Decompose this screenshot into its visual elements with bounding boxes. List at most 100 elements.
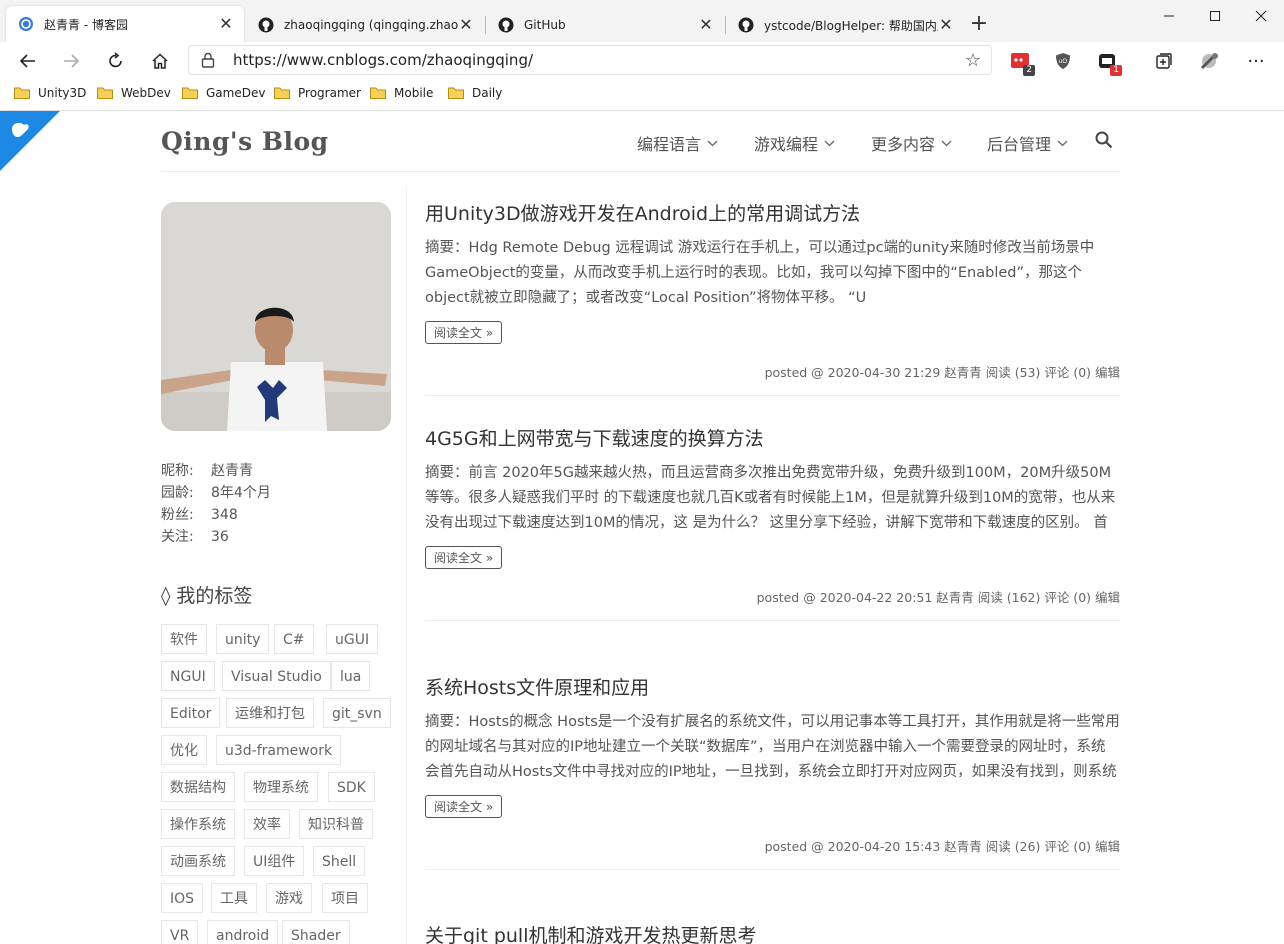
close-window-button[interactable] <box>1238 4 1284 28</box>
collections-icon[interactable] <box>1151 48 1177 74</box>
web-page: Qing's Blog 编程语言 游戏编程 更多内容 后台管理 昵称: 赵青青 … <box>0 111 1284 944</box>
tag-link[interactable]: VR <box>161 920 199 944</box>
tag-link[interactable]: C# <box>274 624 314 654</box>
post-item: 4G5G和上网带宽与下载速度的换算方法 摘要：前言 2020年5G越来越火热，而… <box>425 424 1120 621</box>
close-tab-icon[interactable]: ✕ <box>938 17 954 33</box>
bookmark-folder[interactable]: Unity3D <box>14 86 86 100</box>
favorite-star-icon[interactable]: ☆ <box>965 50 981 71</box>
github-icon <box>258 17 274 33</box>
forward-button[interactable] <box>56 46 86 76</box>
close-tab-icon[interactable]: ✕ <box>458 17 474 33</box>
tag-link[interactable]: 游戏 <box>266 883 312 913</box>
url-text[interactable]: https://www.cnblogs.com/zhaoqingqing/ <box>233 51 533 69</box>
back-button[interactable] <box>13 46 43 76</box>
tag-link[interactable]: git_svn <box>323 698 391 728</box>
tag-link[interactable]: Editor <box>161 698 221 728</box>
post-title[interactable]: 用Unity3D做游戏开发在Android上的常用调试方法 <box>425 199 1120 226</box>
tag-link[interactable]: 知识科普 <box>299 809 373 839</box>
profile-fans[interactable]: 348 <box>211 507 238 523</box>
tag-link[interactable]: unity <box>216 624 270 654</box>
post-meta: posted @ 2020-04-22 20:51 赵青青 阅读 (162) 评… <box>756 590 1120 605</box>
bookmark-folder[interactable]: WebDev <box>97 86 171 100</box>
bookmark-folder[interactable]: GameDev <box>182 86 265 100</box>
bookmark-folder[interactable]: Mobile <box>370 86 433 100</box>
tag-link[interactable]: 工具 <box>211 883 257 913</box>
tag-link[interactable]: 操作系统 <box>161 809 235 839</box>
github-icon <box>738 17 754 33</box>
post-meta: posted @ 2020-04-30 21:29 赵青青 阅读 (53) 评论… <box>764 365 1120 380</box>
read-more-button[interactable]: 阅读全文 » <box>425 546 503 569</box>
tag-link[interactable]: Shell <box>313 846 366 876</box>
tag-link[interactable]: u3d-framework <box>216 735 342 765</box>
tag-link[interactable]: 数据结构 <box>161 772 235 802</box>
post-summary: 摘要：前言 2020年5G越来越火热，而且运营商多次推出免费宽带升级，免费升级到… <box>425 465 1116 531</box>
extension-tool-icon[interactable] <box>1197 48 1223 74</box>
tab-github[interactable]: GitHub ✕ <box>486 8 724 42</box>
tag-link[interactable]: Shader <box>282 920 350 944</box>
header-divider <box>161 171 1120 172</box>
bookmark-folder[interactable]: Programer <box>274 86 361 100</box>
more-menu-icon[interactable]: ··· <box>1243 48 1269 74</box>
nav-menu-more[interactable]: 更多内容 <box>871 131 952 155</box>
tag-link[interactable]: Visual Studio <box>222 661 331 691</box>
extension-red-icon[interactable]: 2 <box>1007 48 1035 76</box>
extension-badge: 2 <box>1023 65 1035 76</box>
github-corner-icon[interactable] <box>0 111 60 171</box>
tag-link[interactable]: 软件 <box>161 624 207 654</box>
minimize-button[interactable] <box>1146 4 1192 28</box>
post-divider <box>425 869 1120 870</box>
cnblogs-icon <box>18 16 34 32</box>
address-bar[interactable]: https://www.cnblogs.com/zhaoqingqing/ ☆ <box>188 45 992 75</box>
new-tab-button[interactable]: + <box>966 12 992 38</box>
refresh-button[interactable] <box>101 46 131 76</box>
lock-icon[interactable] <box>201 52 215 72</box>
extension-dark-icon[interactable]: 1 <box>1094 48 1122 76</box>
post-title[interactable]: 系统Hosts文件原理和应用 <box>425 673 1120 700</box>
tab-title: 赵青青 - 博客园 <box>44 17 128 32</box>
tag-link[interactable]: 项目 <box>322 883 368 913</box>
close-tab-icon[interactable]: ✕ <box>218 16 234 32</box>
tag-link[interactable]: 运维和打包 <box>226 698 314 728</box>
bookmark-label: Programer <box>298 86 361 100</box>
tag-link[interactable]: UI组件 <box>244 846 305 876</box>
post-title[interactable]: 关于git pull机制和游戏开发热更新思考 <box>425 921 1120 944</box>
tag-link[interactable]: uGUI <box>326 624 379 654</box>
search-icon[interactable] <box>1095 131 1113 153</box>
nav-menu-programming[interactable]: 编程语言 <box>637 131 718 155</box>
tag-link[interactable]: lua <box>331 661 371 691</box>
post-item: 系统Hosts文件原理和应用 摘要：Hosts的概念 Hosts是一个没有扩展名… <box>425 673 1120 870</box>
bookmark-label: WebDev <box>121 86 171 100</box>
nav-label: 编程语言 <box>637 135 702 154</box>
nav-label: 更多内容 <box>871 135 936 154</box>
profile-follow[interactable]: 36 <box>211 529 229 545</box>
read-more-button[interactable]: 阅读全文 » <box>425 795 503 818</box>
tag-link[interactable]: 动画系统 <box>161 846 235 876</box>
maximize-button[interactable] <box>1192 4 1238 28</box>
close-tab-icon[interactable]: ✕ <box>698 17 714 33</box>
tag-link[interactable]: NGUI <box>161 661 215 691</box>
tab-cnblogs[interactable]: 赵青青 - 博客园 ✕ <box>6 6 244 42</box>
tag-link[interactable]: IOS <box>161 883 204 913</box>
tab-github-profile[interactable]: zhaoqingqing (qingqing.zhao) ✕ <box>246 8 484 42</box>
tag-link[interactable]: SDK <box>328 772 375 802</box>
bookmark-folder[interactable]: Daily <box>448 86 502 100</box>
nav-menu-game[interactable]: 游戏编程 <box>754 131 835 155</box>
bookmark-label: Mobile <box>394 86 434 100</box>
nav-menu-admin[interactable]: 后台管理 <box>987 131 1068 155</box>
profile-info: 昵称: 赵青青 园龄: 8年4个月 粉丝: 348 关注: 36 <box>161 460 271 548</box>
profile-key: 关注: <box>161 529 194 545</box>
nav-label: 后台管理 <box>987 135 1052 154</box>
tab-title: zhaoqingqing (qingqing.zhao) <box>284 18 458 32</box>
ublock-shield-icon[interactable]: uO <box>1050 48 1076 74</box>
tab-bloghelper[interactable]: ystcode/BlogHelper: 帮助国内用 ✕ <box>726 8 964 42</box>
tag-link[interactable]: 效率 <box>244 809 290 839</box>
tag-link[interactable]: 物理系统 <box>244 772 318 802</box>
post-title[interactable]: 4G5G和上网带宽与下载速度的换算方法 <box>425 424 1120 451</box>
blog-title[interactable]: Qing's Blog <box>161 127 329 156</box>
home-button[interactable] <box>145 46 175 76</box>
tag-link[interactable]: android <box>207 920 279 944</box>
tag-link[interactable]: 优化 <box>161 735 207 765</box>
folder-icon <box>448 87 464 99</box>
profile-nickname[interactable]: 赵青青 <box>211 463 253 479</box>
read-more-button[interactable]: 阅读全文 » <box>425 321 503 344</box>
